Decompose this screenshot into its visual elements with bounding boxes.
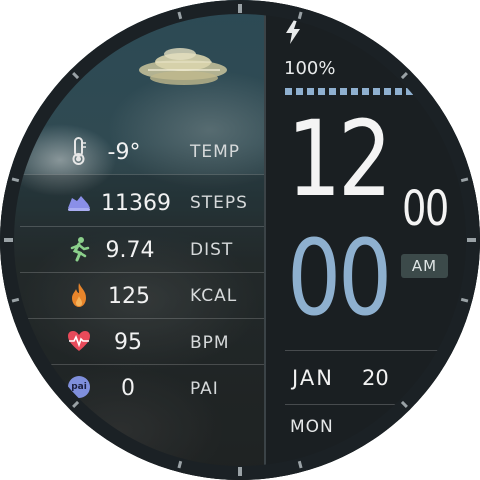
pai-icon: pai [64, 372, 94, 402]
date-month[interactable]: JAN [292, 366, 334, 390]
thermometer-icon [64, 136, 94, 166]
ampm-badge: AM [401, 254, 448, 278]
heart-pulse-icon [64, 326, 94, 356]
pai-badge-text: pai [68, 376, 90, 398]
dist-label: DIST [190, 240, 234, 260]
battery-percent: 100% [284, 58, 336, 79]
temp-value: -9° [107, 140, 141, 165]
date-weekday[interactable]: MON [290, 417, 334, 437]
date-day[interactable]: 20 [362, 366, 389, 390]
lightning-bolt-icon [286, 20, 300, 44]
shoe-icon [64, 188, 94, 218]
kcal-label: KCAL [190, 286, 238, 306]
running-person-icon [64, 234, 94, 264]
stat-row-bpm[interactable]: 95 BPM [0, 318, 264, 364]
row-divider [20, 174, 264, 175]
pai-label: PAI [190, 379, 219, 399]
temp-label: TEMP [190, 142, 241, 162]
stat-row-steps[interactable]: 11369 STEPS [0, 180, 264, 226]
weekday-divider [285, 404, 425, 405]
ufo-cloud-image [139, 48, 227, 85]
date-divider [285, 350, 445, 351]
bpm-label: BPM [190, 333, 230, 353]
stat-row-dist[interactable]: 9.74 DIST [0, 226, 264, 272]
minute-digits: 00 [287, 217, 392, 339]
battery-level-bar [285, 88, 435, 95]
stat-row-kcal[interactable]: 125 KCAL [0, 272, 264, 318]
steps-label: STEPS [190, 193, 248, 213]
bpm-value: 95 [114, 330, 142, 355]
hour-digits: 12 [287, 98, 392, 220]
pai-value: 0 [121, 376, 135, 401]
seconds-digits: 00 [402, 181, 449, 237]
stat-row-temp[interactable]: -9° TEMP [0, 130, 264, 176]
kcal-value: 125 [108, 284, 150, 309]
flame-icon [64, 280, 94, 310]
steps-value: 11369 [101, 191, 171, 216]
watch-face: -9° TEMP 11369 STEPS 9.74 DIST 125 KCAL … [0, 0, 480, 480]
dist-value: 9.74 [105, 238, 155, 263]
stat-row-pai[interactable]: pai 0 PAI [0, 364, 264, 410]
